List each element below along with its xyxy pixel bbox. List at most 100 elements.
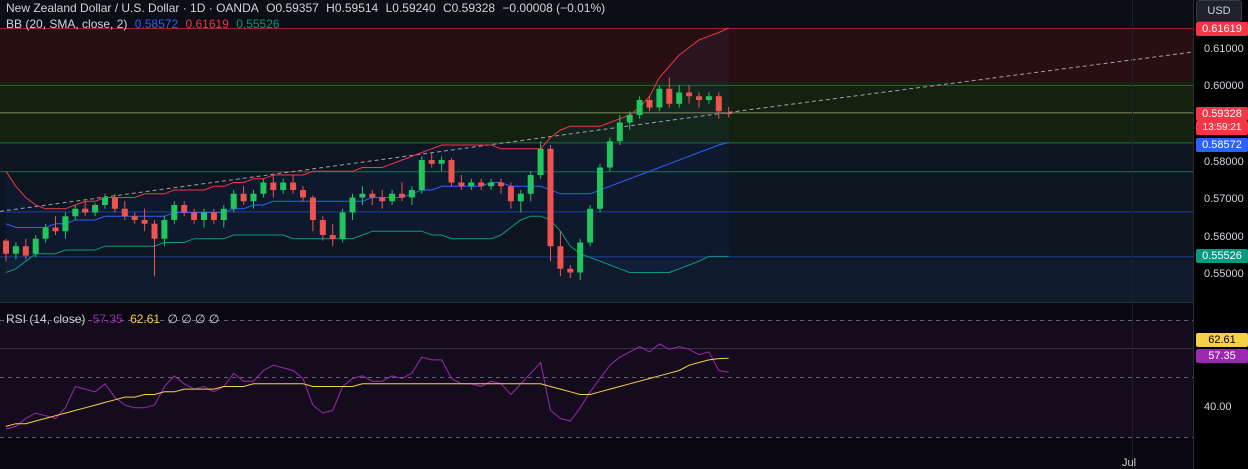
zone-red	[0, 28, 1193, 82]
candle-body	[458, 182, 465, 187]
candle-body	[131, 216, 138, 220]
candle-body	[42, 227, 49, 239]
candle-body	[309, 197, 316, 220]
price-label-0550: 0.55000	[1204, 268, 1244, 280]
candle-body	[32, 238, 39, 254]
candle-body	[428, 160, 435, 164]
high-value: 0.59514	[334, 1, 379, 15]
bb-upper-tag: 0.61619	[1196, 22, 1248, 36]
candle-body	[597, 167, 603, 209]
candle-body	[12, 246, 19, 254]
candle-body	[389, 193, 396, 202]
rsi-value: 57.35	[92, 312, 123, 326]
candle-body	[62, 216, 69, 232]
candle-body	[517, 193, 524, 202]
candle-body	[280, 182, 287, 190]
candle-body	[626, 115, 633, 123]
candle-body	[270, 182, 277, 190]
rsi-legend[interactable]: RSI (14, close) 57.35 62.61 ∅ ∅ ∅ ∅	[6, 312, 223, 326]
candle-body	[646, 100, 653, 108]
bb-lower-tag: 0.55526	[1196, 249, 1248, 263]
candle-body	[369, 193, 376, 198]
candle-body	[220, 208, 227, 220]
candle-body	[418, 160, 425, 190]
candle-body	[72, 208, 79, 217]
candle-body	[82, 208, 89, 213]
change-value: −0.00008 (−0.01%)	[502, 1, 606, 15]
candle-body	[478, 182, 485, 187]
high-label: H	[326, 1, 335, 15]
candle-body	[151, 223, 158, 239]
candle-body	[507, 186, 514, 202]
candle-body	[636, 100, 643, 115]
candle-body	[547, 148, 554, 247]
open-value: 0.59357	[275, 1, 319, 15]
candle-body	[408, 190, 415, 198]
price-label-0580: 0.58000	[1204, 156, 1244, 168]
candle-body	[141, 220, 148, 224]
candle-body	[468, 182, 475, 187]
candle-body	[498, 182, 504, 187]
candle-body	[92, 205, 99, 213]
candle-body	[616, 122, 623, 142]
candle-body	[438, 160, 445, 164]
chart-canvas[interactable]	[0, 0, 1248, 469]
low-value: 0.59240	[392, 1, 436, 15]
rsi-ma-value: 62.61	[130, 312, 161, 326]
close-label: C	[443, 1, 452, 15]
rsi-label[interactable]: RSI (14, close)	[6, 312, 85, 326]
candle-body	[191, 212, 198, 220]
candle-body	[121, 208, 128, 217]
candle-body	[319, 220, 326, 235]
price-label-0610: 0.61000	[1204, 43, 1244, 55]
price-label-0560: 0.56000	[1204, 231, 1244, 243]
candle-body	[448, 160, 455, 183]
rsi-label-40: 40.00	[1204, 401, 1232, 413]
bb-legend[interactable]: BB (20, SMA, close, 2) 0.58572 0.61619 0…	[6, 17, 284, 31]
candle-body	[537, 148, 544, 175]
bb-basis-tag: 0.58572	[1196, 138, 1248, 152]
candle-body	[587, 208, 594, 243]
candle-body	[161, 220, 168, 239]
zone-navy	[0, 260, 1193, 302]
price-label-0570: 0.57000	[1204, 193, 1244, 205]
candle-body	[329, 235, 336, 239]
candle-body	[577, 242, 584, 273]
candle-body	[606, 141, 613, 168]
candle-body	[557, 246, 564, 269]
rsi-ma-tag: 62.61	[1196, 333, 1248, 347]
candle-body	[290, 182, 297, 190]
candle-body	[686, 92, 693, 97]
currency-button[interactable]: USD	[1196, 0, 1242, 22]
candle-body	[399, 193, 405, 198]
bb-label[interactable]: BB (20, SMA, close, 2)	[6, 17, 127, 31]
rsi-tag: 57.35	[1196, 349, 1248, 363]
candle-body	[3, 240, 9, 254]
candle-body	[210, 212, 217, 220]
symbol-legend[interactable]: New Zealand Dollar / U.S. Dollar · 1D · …	[6, 1, 609, 15]
bar-countdown: 13:59:21	[1196, 121, 1248, 135]
candle-body	[656, 88, 663, 108]
candle-body	[181, 205, 188, 213]
candle-body	[171, 205, 178, 220]
candle-body	[705, 96, 712, 100]
candle-body	[300, 190, 306, 198]
candle-body	[230, 193, 237, 209]
candle-body	[567, 268, 574, 273]
candle-body	[240, 193, 247, 202]
bb-lower-value: 0.55526	[236, 17, 280, 31]
time-label-jul: Jul	[1122, 457, 1137, 469]
candle-body	[676, 92, 683, 104]
candle-body	[22, 246, 29, 256]
candle-body	[379, 197, 386, 202]
close-price-tag: 0.59328	[1196, 107, 1248, 121]
bb-basis-value: 0.58572	[134, 17, 179, 31]
bb-upper-value: 0.61619	[185, 17, 229, 31]
candle-body	[250, 193, 257, 202]
close-value: 0.59328	[451, 1, 496, 15]
rsi-band	[0, 320, 1193, 437]
candle-body	[696, 96, 702, 100]
candle-body	[715, 96, 722, 112]
symbol-title[interactable]: New Zealand Dollar / U.S. Dollar · 1D · …	[6, 1, 259, 15]
candle-body	[666, 88, 673, 104]
